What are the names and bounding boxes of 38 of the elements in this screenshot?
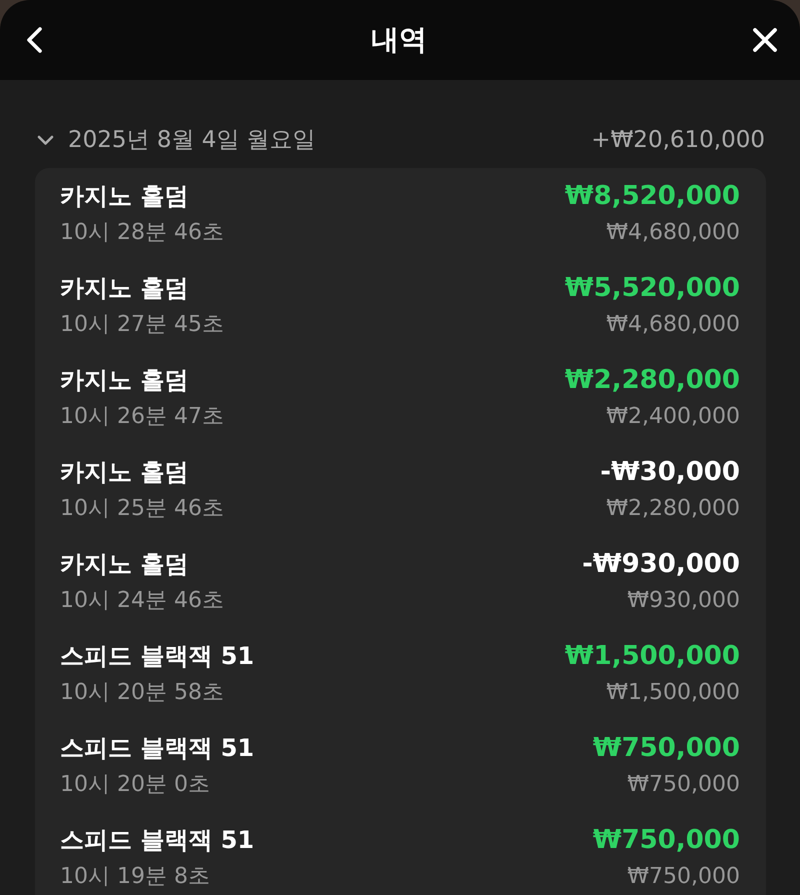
secondary-amount: ₩4,680,000: [606, 312, 740, 336]
chevron-down-icon[interactable]: [37, 134, 54, 146]
date-heading: 2025년 8월 4일 월요일: [68, 126, 316, 155]
transaction-time: 10시 25분 46초: [60, 495, 224, 523]
secondary-amount: ₩4,680,000: [606, 220, 740, 244]
game-name: 스피드 블랙잭 51: [60, 641, 254, 672]
result-amount: ₩8,520,000: [564, 181, 740, 211]
result-amount: ₩750,000: [592, 825, 740, 855]
secondary-amount: ₩1,500,000: [606, 680, 740, 704]
secondary-amount: ₩750,000: [627, 864, 740, 888]
secondary-amount: ₩2,280,000: [606, 496, 740, 520]
result-amount: ₩1,500,000: [564, 641, 740, 671]
transaction-time: 10시 27분 45초: [60, 311, 224, 339]
game-name: 카지노 홀덤: [60, 181, 188, 212]
game-name: 카지노 홀덤: [60, 273, 188, 304]
transaction-time: 10시 20분 0초: [60, 771, 210, 799]
transaction-time: 10시 19분 8초: [60, 863, 210, 891]
result-amount: ₩2,280,000: [564, 365, 740, 395]
game-name: 카지노 홀덤: [60, 549, 188, 580]
result-amount: ₩5,520,000: [564, 273, 740, 303]
secondary-amount: ₩2,400,000: [606, 404, 740, 428]
transaction-time: 10시 26분 47초: [60, 403, 224, 431]
secondary-amount: ₩750,000: [627, 772, 740, 796]
game-name: 스피드 블랙잭 51: [60, 825, 254, 856]
result-amount: ₩750,000: [592, 733, 740, 763]
transaction-time: 10시 24분 46초: [60, 587, 224, 615]
game-name: 카지노 홀덤: [60, 365, 188, 396]
transaction-time: 10시 28분 46초: [60, 219, 224, 247]
game-name: 스피드 블랙잭 51: [60, 733, 254, 764]
result-amount: -₩930,000: [582, 549, 740, 579]
result-amount: -₩30,000: [600, 457, 740, 487]
game-name: 카지노 홀덤: [60, 457, 188, 488]
close-button[interactable]: [752, 27, 778, 53]
transaction-time: 10시 20분 58초: [60, 679, 224, 707]
day-total: +₩20,610,000: [591, 126, 765, 155]
page-title: 내역: [371, 22, 427, 58]
secondary-amount: ₩930,000: [627, 588, 740, 612]
close-icon: [752, 27, 778, 53]
